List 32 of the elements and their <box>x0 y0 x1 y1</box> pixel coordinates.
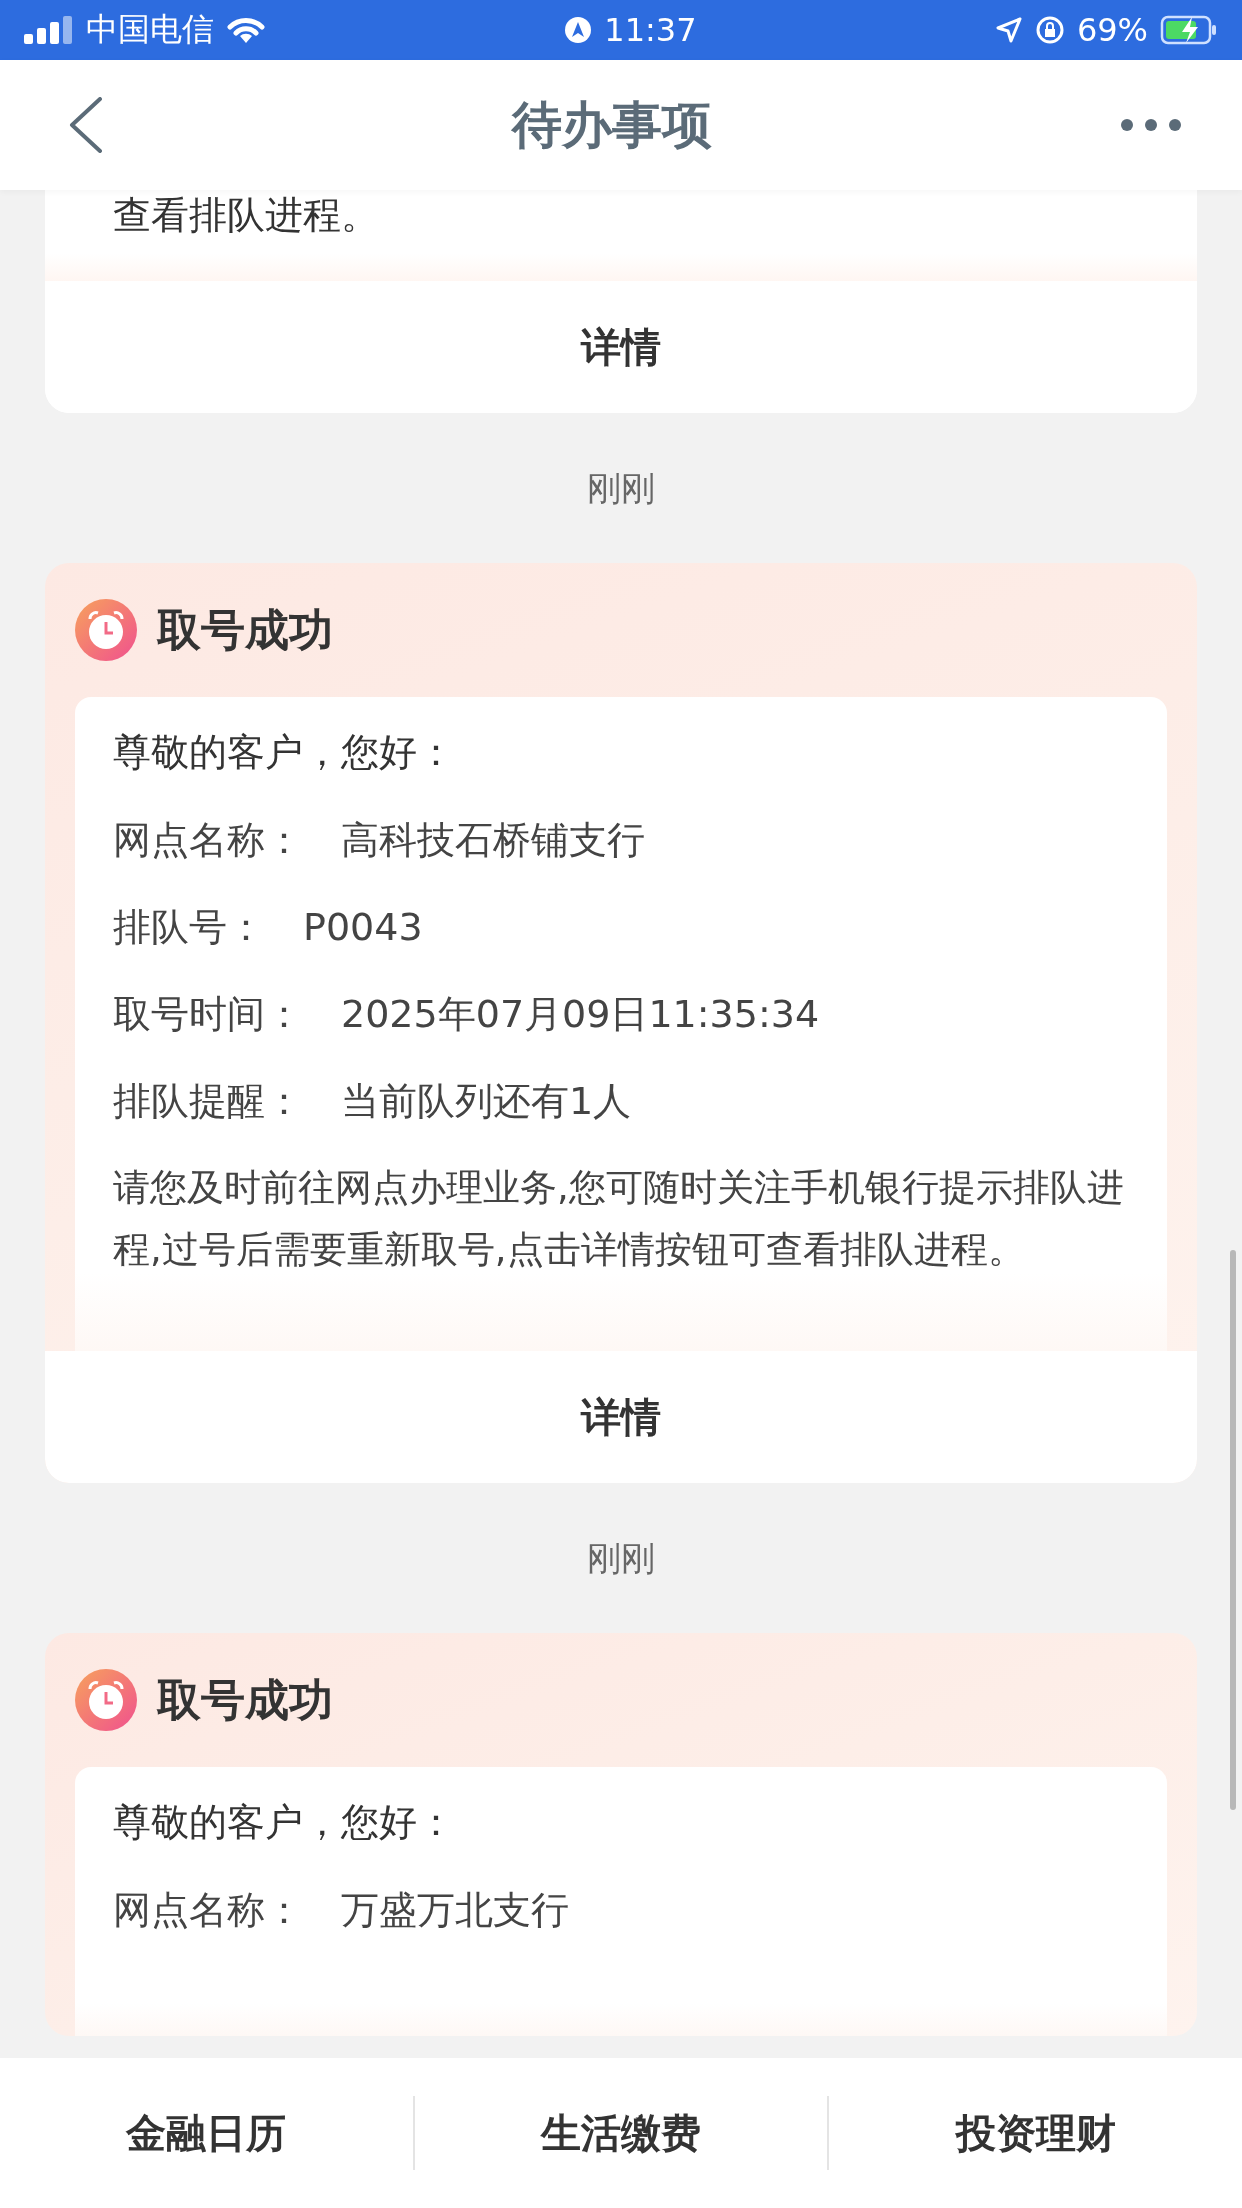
field-value: 2025年07月09日11:35:34 <box>341 991 820 1038</box>
signal-icon <box>24 16 74 44</box>
message-title: 取号成功 <box>157 1672 333 1727</box>
message-time: 刚刚 <box>586 467 656 510</box>
greeting-text: 尊敬的客户，您好： <box>113 729 456 776</box>
field-label: 网点名称： <box>113 1887 303 1934</box>
battery-percent: 69% <box>1076 11 1148 49</box>
field-value: 高科技石桥铺支行 <box>341 817 645 864</box>
field-label: 网点名称： <box>113 817 303 864</box>
field-value: 当前队列还有1人 <box>341 1078 632 1125</box>
alarm-clock-icon <box>75 599 137 661</box>
detail-button[interactable]: 详情 <box>45 1351 1197 1483</box>
message-time: 刚刚 <box>586 1537 656 1580</box>
field-value: P0043 <box>303 904 423 951</box>
field-label: 排队提醒： <box>113 1078 303 1125</box>
location-arrow-icon <box>994 16 1023 44</box>
wifi-icon <box>226 15 266 45</box>
field-label: 取号时间： <box>113 991 303 1038</box>
field-value: 万盛万北支行 <box>341 1887 569 1934</box>
alarm-clock-icon <box>75 1669 137 1731</box>
field-label: 排队号： <box>113 904 265 951</box>
clock-time: 11:37 <box>604 11 697 49</box>
battery-charging-icon <box>1160 15 1218 45</box>
greeting-text: 尊敬的客户，您好： <box>113 1799 456 1846</box>
message-text: 请您及时前往网点办理业务,您可随时关注手机银行提示排队进程,过号后需要重新取号,点击详情按钮可查看排队进程。 <box>113 1165 1125 1273</box>
message-title: 取号成功 <box>157 602 333 657</box>
navigation-icon <box>564 16 593 44</box>
back-icon[interactable] <box>68 97 104 153</box>
rotation-lock-icon <box>1034 15 1065 45</box>
more-icon[interactable] <box>1120 118 1182 132</box>
page-title: 待办事项 <box>512 94 712 156</box>
carrier-name: 中国电信 <box>86 9 214 50</box>
